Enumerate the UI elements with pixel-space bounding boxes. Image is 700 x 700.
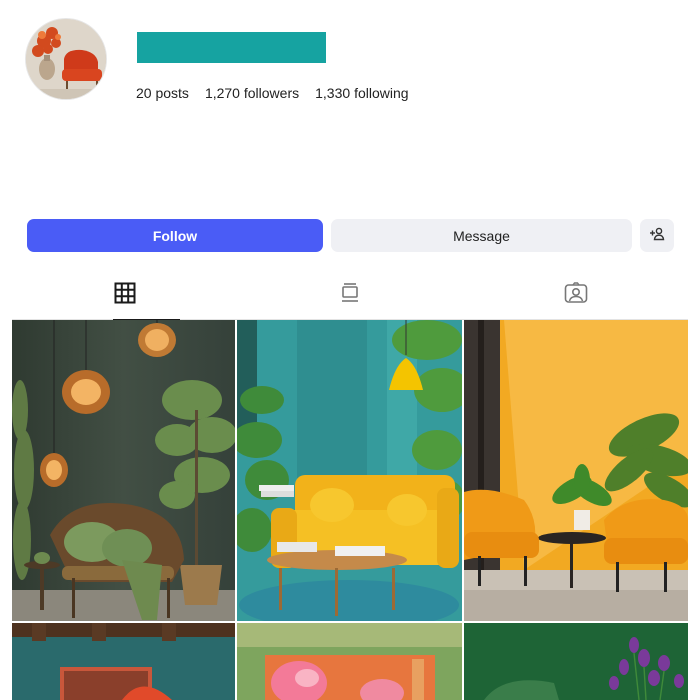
- post-tile[interactable]: [464, 623, 688, 700]
- posts-count: 20 posts: [136, 85, 189, 101]
- tab-posts[interactable]: [12, 276, 237, 321]
- profile-avatar[interactable]: [26, 19, 106, 99]
- post-tile[interactable]: [464, 320, 688, 621]
- followers-number: 1,270: [204, 85, 240, 101]
- add-person-icon: [649, 227, 665, 244]
- profile-actions: Follow Message: [27, 219, 674, 252]
- post-tile[interactable]: [237, 320, 462, 621]
- username-redacted: [137, 32, 326, 63]
- following-count[interactable]: 1,330 following: [315, 85, 408, 101]
- posts-label: posts: [155, 85, 189, 101]
- tab-reels[interactable]: [237, 276, 462, 320]
- following-label: following: [354, 85, 409, 101]
- post-tile[interactable]: [12, 623, 235, 700]
- post-tile[interactable]: [12, 320, 235, 621]
- grid-icon: [114, 282, 136, 304]
- followers-count[interactable]: 1,270 followers: [205, 85, 299, 101]
- post-tile[interactable]: [237, 623, 462, 700]
- tagged-person-icon: [564, 282, 588, 304]
- profile-tabs: [12, 276, 688, 321]
- posts-number: 20: [136, 85, 152, 101]
- suggest-people-button[interactable]: [640, 219, 674, 252]
- following-number: 1,330: [315, 85, 351, 101]
- follow-button[interactable]: Follow: [27, 219, 323, 252]
- posts-grid: [12, 320, 688, 700]
- tab-tagged[interactable]: [463, 276, 688, 320]
- message-button[interactable]: Message: [331, 219, 632, 252]
- reels-icon: [340, 282, 360, 304]
- profile-stats: 20 posts 1,270 followers 1,330 following: [136, 85, 425, 101]
- followers-label: followers: [243, 85, 300, 101]
